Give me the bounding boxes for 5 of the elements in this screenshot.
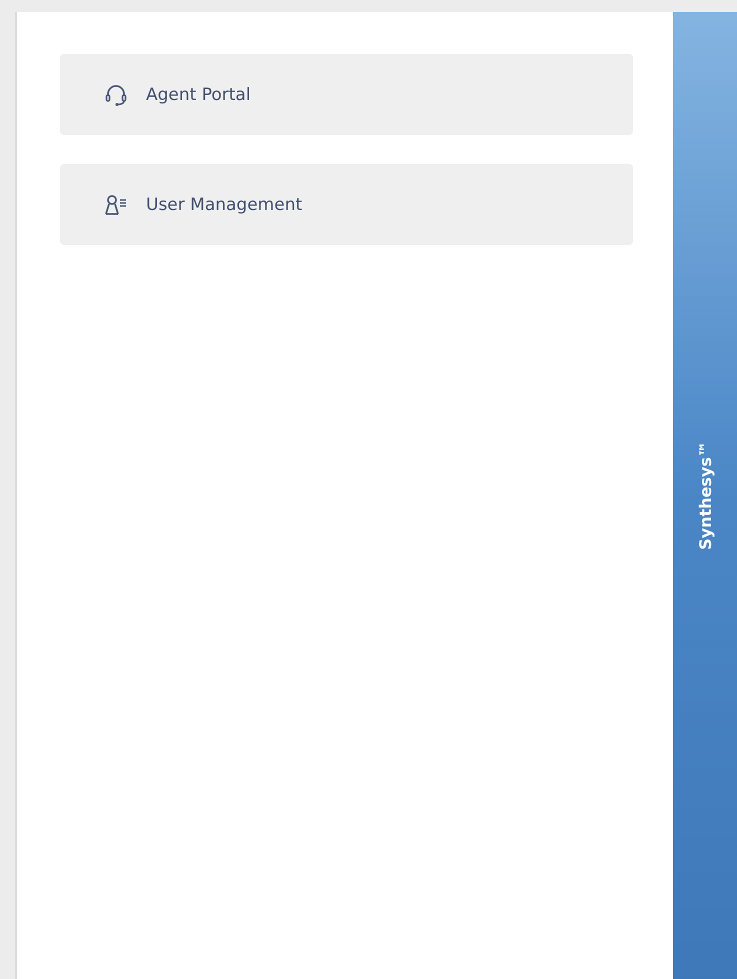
- brand-text: Synthesys™: [696, 441, 714, 550]
- user-list-icon: [104, 194, 128, 216]
- menu-item[interactable]: User Management: [60, 164, 633, 245]
- headset-icon: [104, 84, 128, 106]
- menu-item[interactable]: Agent Portal: [60, 54, 633, 135]
